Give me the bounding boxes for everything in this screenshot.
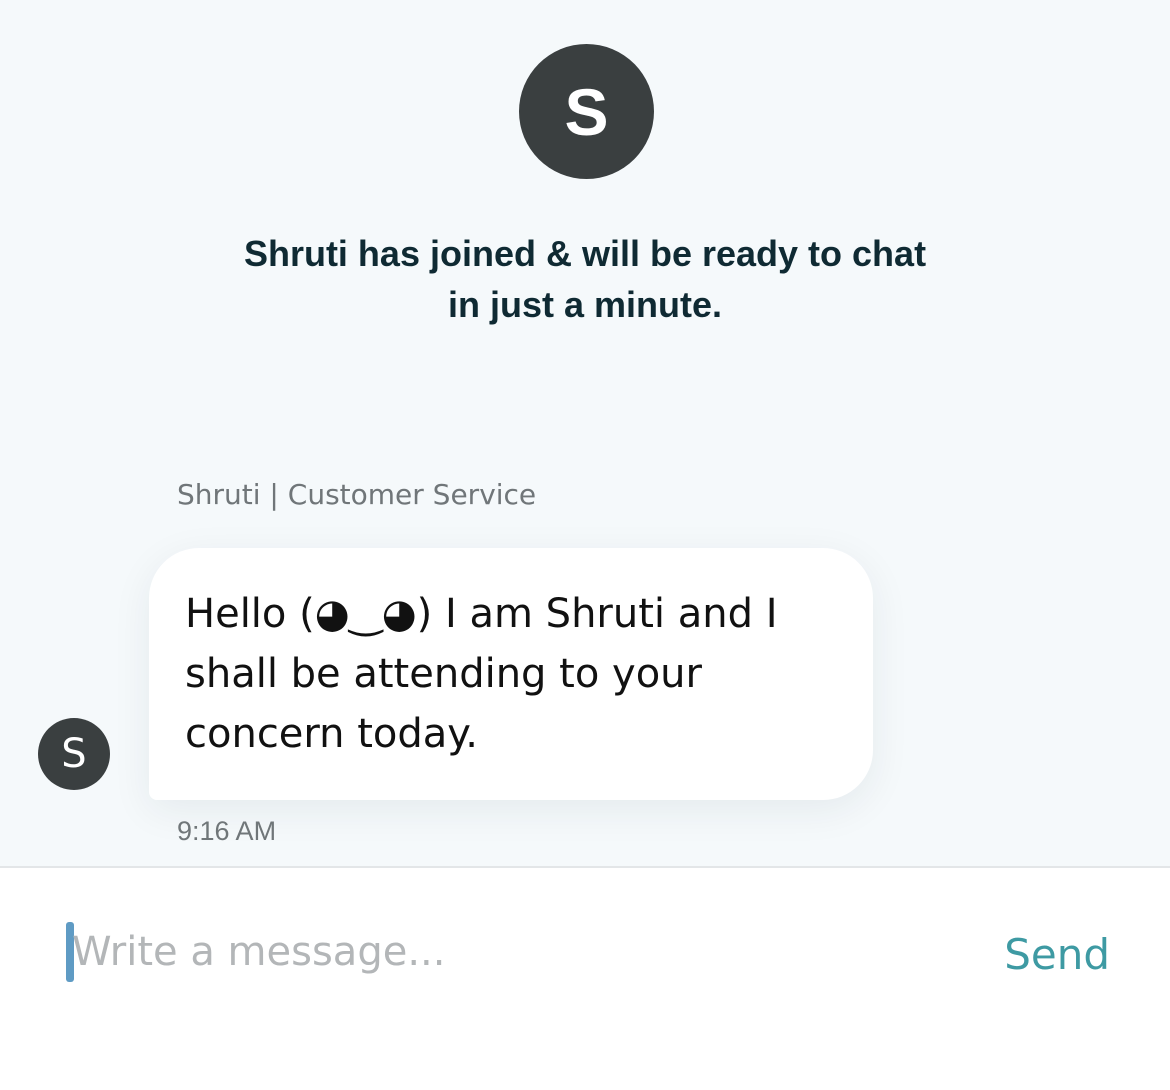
send-button[interactable]: Send (1004, 930, 1110, 979)
message-timestamp: 9:16 AM (177, 816, 277, 846)
agent-avatar-initial: S (564, 74, 609, 149)
chat-transcript: S Shruti has joined & will be ready to c… (0, 0, 1170, 866)
message-bubble: Hello (◕‿◕) I am Shruti and I shall be a… (149, 548, 873, 800)
message-composer: Send (0, 866, 1170, 1090)
agent-avatar-small: S (38, 718, 110, 790)
message-sender-label: Shruti | Customer Service (177, 478, 537, 511)
message-input[interactable] (72, 922, 952, 982)
agent-joined-notice: Shruti has joined & will be ready to cha… (243, 233, 927, 325)
agent-avatar-small-initial: S (61, 731, 87, 777)
agent-avatar-large: S (519, 44, 654, 179)
message-text: Hello (◕‿◕) I am Shruti and I shall be a… (185, 591, 778, 757)
